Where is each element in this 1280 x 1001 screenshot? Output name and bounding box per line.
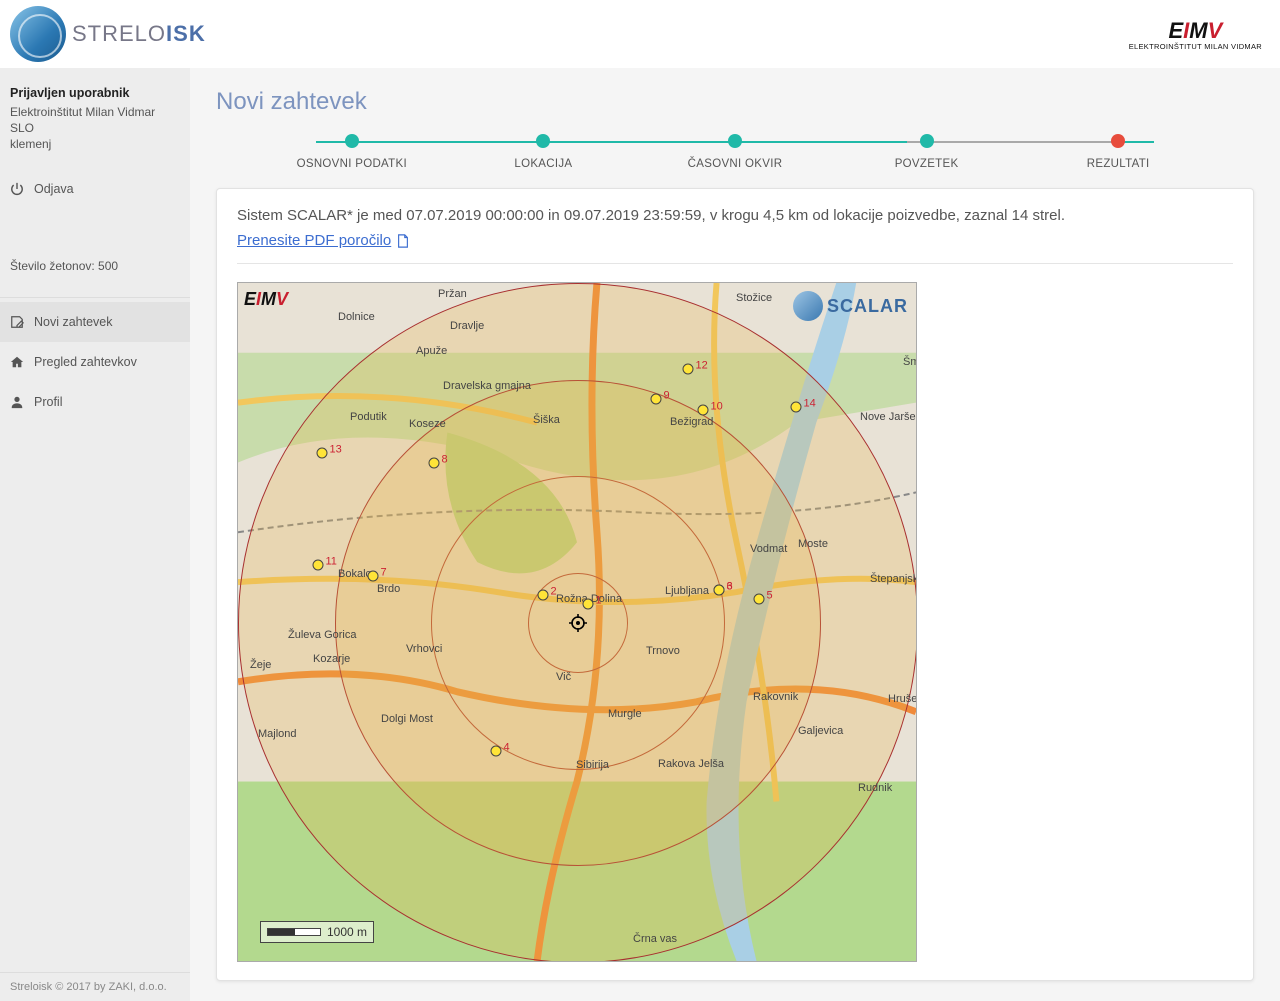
place-label: Hruševo [888, 693, 917, 705]
map-badge-eimv: EIMV [244, 289, 288, 310]
step-summary[interactable]: POVZETEK [831, 134, 1023, 170]
strike-point-13[interactable]: 13 [317, 448, 328, 459]
header: STRELOISK EIMV ELEKTROINŠTITUT MILAN VID… [0, 0, 1280, 68]
place-label: Dravlje [450, 320, 484, 332]
place-label: Moste [798, 538, 828, 550]
place-label: Brdo [377, 583, 400, 595]
logout-button[interactable]: Odjava [0, 169, 190, 209]
footer-text: Streloisk © 2017 by ZAKI, d.o.o. [0, 972, 190, 1001]
user-name: Elektroinštitut Milan Vidmar SLOklemenj [10, 104, 180, 153]
nav-new-request[interactable]: Novi zahtevek [0, 302, 190, 342]
place-label: Majlond [258, 728, 297, 740]
map-badge-scalar: SCALAR [793, 291, 908, 321]
place-label: Dolgi Most [381, 713, 433, 725]
sidebar: Prijavljen uporabnik Elektroinštitut Mil… [0, 68, 190, 1001]
place-label: Štepanjsko naselje [870, 573, 917, 585]
place-label: Žeje [250, 659, 271, 671]
place-label: Vič [556, 671, 571, 683]
edit-icon [10, 315, 24, 329]
main-content: Novi zahtevek OSNOVNI PODATKI LOKACIJA Č… [190, 68, 1280, 1001]
user-title: Prijavljen uporabnik [10, 86, 180, 100]
power-icon [10, 182, 24, 196]
strike-point-1[interactable]: 1 [583, 599, 594, 610]
strike-point-4[interactable]: 4 [491, 746, 502, 757]
place-label: Bežigrad [670, 416, 713, 428]
strike-point-9[interactable]: 9 [651, 394, 662, 405]
place-label: Dolnice [338, 311, 375, 323]
place-label: Vrhovci [406, 643, 442, 655]
strike-point-2[interactable]: 2 [538, 590, 549, 601]
scalar-logo-icon [793, 291, 823, 321]
step-location[interactable]: LOKACIJA [448, 134, 640, 170]
place-label: Podutik [350, 411, 387, 423]
place-label: Sibirija [576, 759, 609, 771]
place-label: Kozarje [313, 653, 350, 665]
strike-point-7[interactable]: 7 [368, 571, 379, 582]
place-label: Galjevica [798, 725, 843, 737]
strike-point-11[interactable]: 11 [313, 560, 324, 571]
step-basic[interactable]: OSNOVNI PODATKI [256, 134, 448, 170]
strike-point-12[interactable]: 12 [683, 364, 694, 375]
place-label: Vodmat [750, 543, 787, 555]
place-label: Rakova Jelša [658, 758, 724, 770]
strike-point-6[interactable]: 6 [714, 585, 725, 596]
place-label: Stožice [736, 292, 772, 304]
step-timeframe[interactable]: ČASOVNI OKVIR [639, 134, 831, 170]
download-pdf-link[interactable]: Prenesite PDF poročilo [237, 232, 410, 249]
place-label: Nove Jarše [860, 411, 916, 423]
user-icon [10, 395, 24, 409]
place-label: Šiška [533, 414, 560, 426]
strike-point-10[interactable]: 10 [698, 405, 709, 416]
place-label: Ljubljana [665, 585, 709, 597]
step-results[interactable]: REZULTATI [1022, 134, 1214, 170]
brand-right: EIMV ELEKTROINŠTITUT MILAN VIDMAR [1129, 18, 1262, 51]
place-label: Črna vas [633, 933, 677, 945]
page-title: Novi zahtevek [216, 88, 1254, 116]
place-label: Rakovnik [753, 691, 798, 703]
stepper: OSNOVNI PODATKI LOKACIJA ČASOVNI OKVIR P… [216, 134, 1254, 170]
results-card: Sistem SCALAR* je med 07.07.2019 00:00:0… [216, 188, 1254, 981]
token-count: Število žetonov: 500 [0, 259, 190, 293]
strike-point-14[interactable]: 14 [791, 402, 802, 413]
map-center-icon [569, 614, 587, 632]
place-label: Pržan [438, 288, 467, 300]
place-label: Apuže [416, 345, 447, 357]
nav-profile[interactable]: Profil [0, 382, 190, 422]
nav-requests-overview[interactable]: Pregled zahtevkov [0, 342, 190, 382]
brand-left: STRELOISK [10, 6, 206, 62]
result-summary: Sistem SCALAR* je med 07.07.2019 00:00:0… [237, 207, 1233, 224]
home-icon [10, 355, 24, 369]
place-label: Žuleva Gorica [288, 629, 356, 641]
place-label: Rudnik [858, 782, 892, 794]
place-label: Koseze [409, 418, 446, 430]
pdf-icon [396, 234, 410, 248]
brand-logo-icon [10, 6, 66, 62]
place-label: Dravelska gmajna [443, 380, 531, 392]
strike-point-8[interactable]: 8 [429, 458, 440, 469]
map[interactable]: EIMV SCALAR Pržan Dolnice Dravlje Apuže Drav… [237, 282, 917, 962]
map-scale: 1000 m [260, 921, 374, 943]
strike-point-5[interactable]: 5 [754, 594, 765, 605]
place-label: Šmartno [903, 356, 917, 368]
place-label: Trnovo [646, 645, 680, 657]
place-label: Murgle [608, 708, 642, 720]
